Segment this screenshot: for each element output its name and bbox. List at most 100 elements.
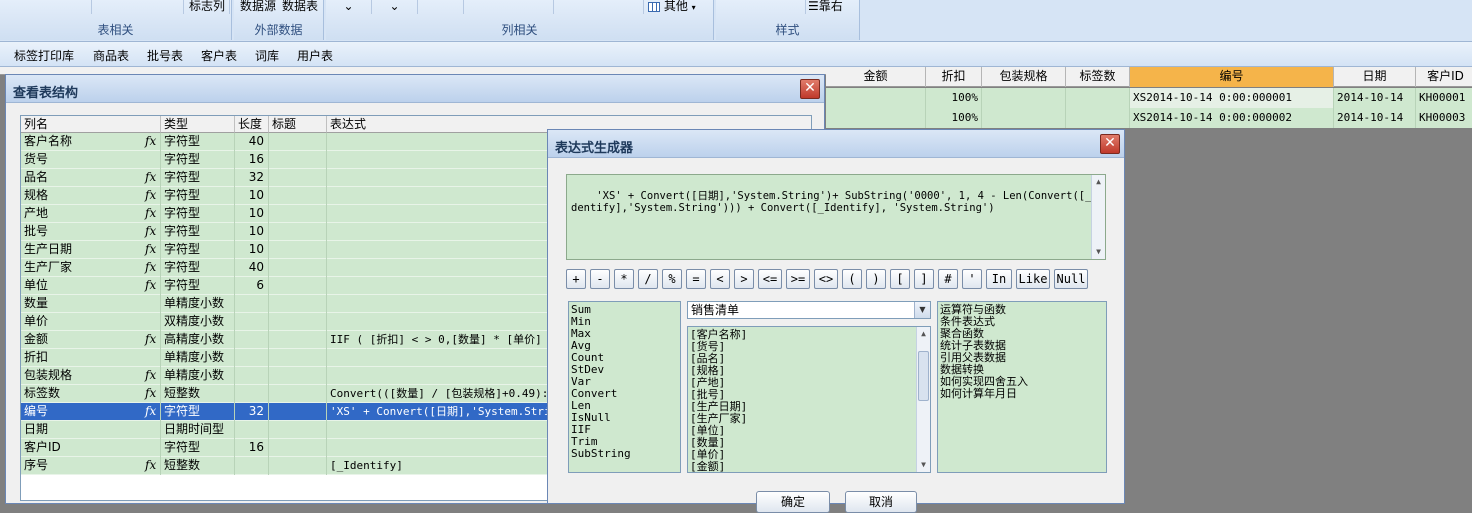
column-header[interactable]: 日期 (1334, 67, 1416, 87)
chevron-down-icon[interactable]: ▼ (1093, 246, 1104, 258)
table-cell (269, 331, 327, 349)
operator-button[interactable]: < (710, 269, 730, 289)
datasource-button[interactable]: 数据源 (240, 0, 280, 14)
operator-button[interactable]: > (734, 269, 754, 289)
column-header[interactable]: 标签数 (1066, 67, 1130, 87)
operator-button[interactable]: ( (842, 269, 862, 289)
help-topic-list[interactable]: 运算符与函数 条件表达式 聚合函数 统计子表数据 引用父表数据 数据转换 如何实现四舍五入如… (937, 301, 1107, 473)
table-cell: 数量 (21, 295, 161, 313)
operator-button[interactable]: - (590, 269, 610, 289)
chevron-down-icon[interactable]: ▼ (918, 459, 929, 471)
table-row[interactable]: 100% XS2014-10-14 0:00:000002 2014-10-14… (826, 108, 1472, 128)
align-right-button[interactable]: ☰靠右 (808, 0, 858, 14)
table-cell (235, 385, 269, 403)
operator-button[interactable]: % (662, 269, 682, 289)
table-cell: 字符型 (161, 403, 235, 421)
datatable-button[interactable]: 数据表 (282, 0, 322, 14)
ribbon-cell (0, 0, 92, 14)
operator-button[interactable]: <> (814, 269, 838, 289)
cancel-button[interactable]: 取消 (845, 491, 917, 513)
close-icon[interactable]: ✕ (800, 79, 820, 99)
help-item[interactable]: 如何计算年月日 (938, 388, 1106, 400)
fx-icon: fx (145, 224, 157, 238)
function-item[interactable]: SubString (569, 448, 680, 460)
operator-button[interactable]: * (614, 269, 634, 289)
operator-button[interactable]: Null (1054, 269, 1088, 289)
flag-column-button[interactable]: 标志列 (184, 0, 230, 14)
table-cell: 单位 (21, 277, 161, 295)
table-cell: 序号 (21, 457, 161, 475)
table-cell: 字符型 (161, 439, 235, 457)
operator-button[interactable]: # (938, 269, 958, 289)
tab-batch[interactable]: 批号表 (147, 47, 183, 64)
operator-button[interactable]: >= (786, 269, 810, 289)
table-cell (269, 457, 327, 475)
column-header[interactable]: 列名 (21, 116, 161, 133)
column-header[interactable]: 金额 (826, 67, 926, 87)
table-cell: 字符型 (161, 277, 235, 295)
align-right-icon: ☰ (808, 0, 819, 13)
operator-button[interactable]: ] (914, 269, 934, 289)
column-header[interactable]: 折扣 (926, 67, 982, 87)
operator-button[interactable]: ) (866, 269, 886, 289)
fx-icon: fx (145, 278, 157, 292)
field-item[interactable]: [金额] (688, 461, 930, 473)
column-header[interactable]: 标题 (269, 116, 327, 133)
field-items: [客户名称] [货号] [品名] [规格] [产地] [批号] [生产日期] [生产厂家] [单… (688, 327, 930, 473)
table-cell: 字符型 (161, 151, 235, 169)
table-cell: 字符型 (161, 259, 235, 277)
table-cell (269, 403, 327, 421)
expression-input[interactable]: 'XS' + Convert([日期],'System.String')+ Su… (566, 174, 1106, 260)
table-select[interactable]: 销售清单 ▼ (687, 301, 931, 319)
tab-users[interactable]: 用户表 (297, 47, 333, 64)
column-header[interactable]: 包装规格 (982, 67, 1066, 87)
ok-button[interactable]: 确定 (756, 491, 830, 513)
table-cell (1066, 108, 1130, 128)
table-cell: 规格 (21, 187, 161, 205)
ribbon-group-caption: 外部数据 (254, 23, 303, 37)
operator-button[interactable]: = (686, 269, 706, 289)
column-header[interactable]: 客户ID (1416, 67, 1472, 87)
table-cell: 单精度小数 (161, 349, 235, 367)
chevron-up-icon[interactable]: ▲ (1093, 176, 1104, 188)
dialog-titlebar[interactable]: 查看表结构 ✕ (6, 75, 824, 103)
table-cell: 字符型 (161, 241, 235, 259)
ribbon-cell (92, 0, 184, 14)
scrollbar[interactable]: ▲ ▼ (1091, 175, 1105, 259)
tab-lexicon[interactable]: 词库 (255, 47, 279, 64)
scrollbar-thumb[interactable] (918, 351, 929, 401)
operator-button[interactable]: Like (1016, 269, 1050, 289)
table-row[interactable]: 100% XS2014-10-14 0:00:000001 2014-10-14… (826, 88, 1472, 108)
tab-products[interactable]: 商品表 (93, 47, 129, 64)
scrollbar[interactable]: ▲ ▼ (916, 327, 930, 472)
table-cell: 字符型 (161, 133, 235, 151)
table-cell: 字符型 (161, 187, 235, 205)
tab-label-print[interactable]: 标签打印库 (14, 47, 74, 64)
table-select-value: 销售清单 (691, 303, 740, 317)
dialog-titlebar[interactable]: 表达式生成器 ✕ (548, 130, 1124, 158)
table-cell (269, 439, 327, 457)
chevron-down-icon[interactable]: ⌄ (372, 0, 418, 14)
operator-button[interactable]: + (566, 269, 586, 289)
operator-button[interactable]: [ (890, 269, 910, 289)
table-cell: 客户名称 (21, 133, 161, 151)
function-list[interactable]: Sum Min Max Avg Count StDev Var Convert Len IsNul… (568, 301, 681, 473)
chevron-down-icon[interactable]: ▼ (914, 302, 930, 318)
close-icon[interactable]: ✕ (1100, 134, 1120, 154)
operator-button[interactable]: <= (758, 269, 782, 289)
tab-customers[interactable]: 客户表 (201, 47, 237, 64)
column-header-sorted[interactable]: 编号 (1130, 67, 1334, 87)
table-cell: 日期 (21, 421, 161, 439)
operator-button[interactable]: / (638, 269, 658, 289)
table-cell: 字符型 (161, 169, 235, 187)
other-button[interactable]: 其他 ▾ (648, 0, 704, 14)
chevron-down-icon[interactable]: ⌄ (326, 0, 372, 14)
operator-button[interactable]: ' (962, 269, 982, 289)
table-cell (269, 385, 327, 403)
column-header[interactable]: 类型 (161, 116, 235, 133)
operator-button[interactable]: In (986, 269, 1012, 289)
field-list[interactable]: [客户名称] [货号] [品名] [规格] [产地] [批号] [生产日期] [生产厂家] [单… (687, 326, 931, 473)
chevron-up-icon[interactable]: ▲ (918, 328, 929, 340)
table-cell (269, 187, 327, 205)
column-header[interactable]: 长度 (235, 116, 269, 133)
